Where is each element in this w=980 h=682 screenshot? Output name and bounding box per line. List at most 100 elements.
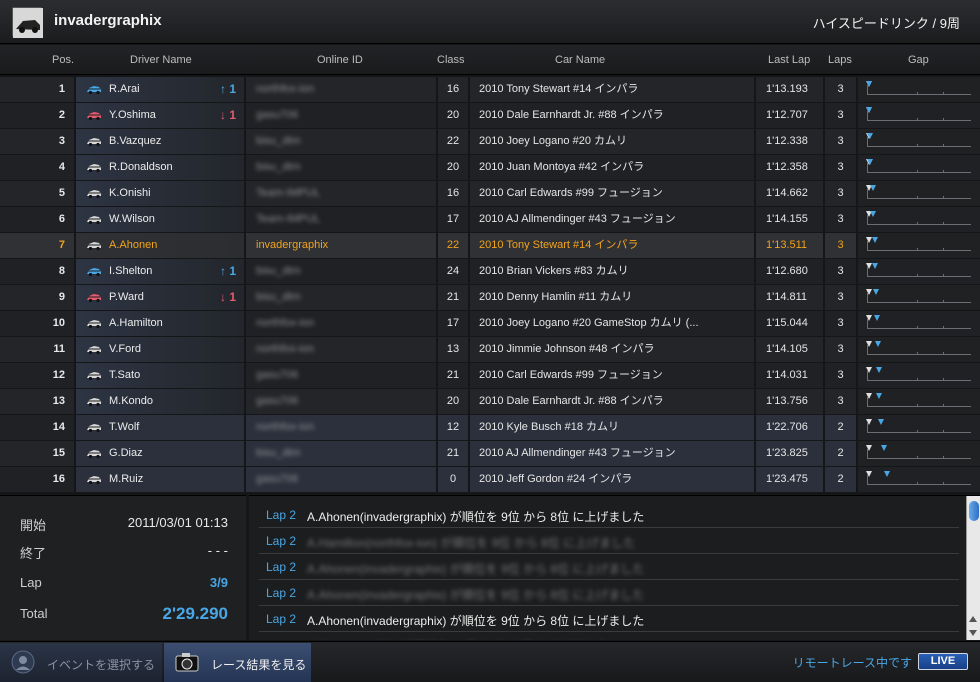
driver-name: K.Onishi	[109, 187, 151, 199]
table-row[interactable]: 16 M.Ruiz gasu706 0 2010 Jeff Gordon #24 インパ…	[0, 467, 980, 493]
driver-cell: B.Vazquez	[76, 129, 244, 154]
col-last-lap: Last Lap	[768, 54, 811, 66]
gap-tick	[943, 456, 944, 459]
total-label: Total	[20, 606, 48, 621]
online-id: gasu706	[256, 473, 299, 485]
log-item: Lap 2 A.Hamilton(northfox-ion) が順位を 9位 から…	[259, 528, 959, 554]
position-change: ↑ 1	[219, 264, 236, 278]
gap-marker-icon	[876, 393, 882, 399]
online-id-cell: Team-IMPUL	[246, 207, 436, 232]
car-icon	[87, 138, 101, 147]
gap-tick	[917, 404, 918, 407]
gap-tick	[943, 274, 944, 277]
laps-cell: 3	[825, 77, 856, 102]
class-cell: 24	[438, 259, 468, 284]
driver-cell: V.Ford	[76, 337, 244, 362]
camera-icon	[175, 653, 199, 672]
table-row[interactable]: 11 V.Ford northfox-ion 13 2010 Jimmie Johnso…	[0, 337, 980, 363]
online-id: bisu_dtm	[256, 161, 301, 173]
table-row[interactable]: 9 P.Ward ↓ 1 bisu_dtm 21 2010 Denny Hamlin #1…	[0, 285, 980, 311]
scrollbar-thumb[interactable]	[969, 501, 979, 521]
log-lap: Lap 2	[266, 586, 297, 600]
user-avatar	[12, 7, 43, 38]
gap-axis	[867, 250, 971, 251]
log-item: Lap 2 G.Diaz(gasu706) が順位を 14位 から 13位 に上げ…	[259, 632, 959, 640]
gap-axis	[867, 302, 971, 303]
online-id-cell: gasu706	[246, 103, 436, 128]
log-scrollbar[interactable]	[966, 496, 980, 640]
last-lap-cell: 1'14.811	[756, 285, 823, 310]
gap-bar	[865, 314, 973, 332]
scroll-down-icon[interactable]	[969, 630, 977, 636]
gap-cell	[858, 77, 980, 102]
driver-cell: I.Shelton ↑ 1	[76, 259, 244, 284]
gap-cell	[858, 155, 980, 180]
last-lap-cell: 1'12.680	[756, 259, 823, 284]
online-id-cell: bisu_dtm	[246, 129, 436, 154]
online-id-cell: bisu_dtm	[246, 441, 436, 466]
gap-axis	[867, 276, 971, 277]
last-lap-cell: 1'14.031	[756, 363, 823, 388]
position-cell: 2	[0, 103, 74, 128]
table-row[interactable]: 4 R.Donaldson bisu_dtm 20 2010 Juan Montoya …	[0, 155, 980, 181]
online-id: bisu_dtm	[256, 447, 301, 459]
position-cell: 16	[0, 467, 74, 492]
table-row[interactable]: 2 Y.Oshima ↓ 1 gasu706 20 2010 Dale Earnhardt…	[0, 103, 980, 129]
table-row[interactable]: 15 G.Diaz bisu_dtm 21 2010 AJ Allmendinger #…	[0, 441, 980, 467]
leader-marker-icon	[866, 471, 872, 477]
log-message: A.Ahonen(invadergraphix) が順位を 9位 から 8位 に…	[307, 588, 645, 602]
gap-cell	[858, 103, 980, 128]
gap-bar	[865, 340, 973, 358]
end-row: 終了 - - -	[20, 543, 228, 562]
online-id-cell: gasu706	[246, 389, 436, 414]
table-row[interactable]: 7 A.Ahonen invadergraphix 22 2010 Tony Stewa…	[0, 233, 980, 259]
gap-cell	[858, 181, 980, 206]
table-row[interactable]: 1 R.Arai ↑ 1 northfox-ion 16 2010 Tony Stewar…	[0, 77, 980, 103]
table-row[interactable]: 13 M.Kondo gasu706 20 2010 Dale Earnhardt Jr…	[0, 389, 980, 415]
gap-marker-icon	[876, 367, 882, 373]
position-change: ↓ 1	[219, 290, 236, 304]
lap-value: 3/9	[209, 575, 228, 590]
table-row[interactable]: 14 T.Wolf northfox-ion 12 2010 Kyle Busch #1…	[0, 415, 980, 441]
table-row[interactable]: 6 W.Wilson Team-IMPUL 17 2010 AJ Allmendinge…	[0, 207, 980, 233]
driver-name: R.Arai	[109, 83, 140, 95]
event-log: Lap 2 A.Ahonen(invadergraphix) が順位を 9位 から…	[249, 495, 980, 640]
table-row[interactable]: 10 A.Hamilton northfox-ion 17 2010 Joey Loga…	[0, 311, 980, 337]
class-cell: 22	[438, 233, 468, 258]
gap-tick	[917, 300, 918, 303]
scroll-up-icon[interactable]	[969, 616, 977, 622]
gap-bar	[865, 236, 973, 254]
select-event-button[interactable]: イベントを選択する	[0, 643, 162, 682]
driver-cell: A.Ahonen	[76, 233, 244, 258]
class-cell: 0	[438, 467, 468, 492]
online-id-cell: bisu_dtm	[246, 259, 436, 284]
table-row[interactable]: 3 B.Vazquez bisu_dtm 22 2010 Joey Logano #20…	[0, 129, 980, 155]
gap-marker-icon	[874, 315, 880, 321]
car-name-cell: 2010 Brian Vickers #83 カムリ	[470, 259, 754, 284]
car-icon	[87, 86, 101, 95]
car-name-cell: 2010 Dale Earnhardt Jr. #88 インパラ	[470, 103, 754, 128]
laps-cell: 3	[825, 129, 856, 154]
table-row[interactable]: 8 I.Shelton ↑ 1 bisu_dtm 24 2010 Brian Vicker…	[0, 259, 980, 285]
gap-marker-icon	[870, 211, 876, 217]
gap-bar	[865, 444, 973, 462]
end-label: 終了	[20, 546, 47, 561]
gap-axis	[867, 224, 971, 225]
gap-marker-icon	[866, 107, 872, 113]
online-id: Team-IMPUL	[256, 187, 321, 199]
table-row[interactable]: 12 T.Sato gasu706 21 2010 Carl Edwards #99 フ…	[0, 363, 980, 389]
table-row[interactable]: 5 K.Onishi Team-IMPUL 16 2010 Carl Edwards #…	[0, 181, 980, 207]
gap-cell	[858, 259, 980, 284]
live-badge: LIVE	[918, 653, 968, 670]
gap-cell	[858, 415, 980, 440]
start-row: 開始 2011/03/01 01:13	[20, 515, 228, 534]
gap-tick	[917, 248, 918, 251]
laps-cell: 3	[825, 207, 856, 232]
gap-tick	[917, 118, 918, 121]
log-lap: Lap 2	[266, 560, 297, 574]
gap-tick	[943, 196, 944, 199]
view-results-button[interactable]: レース結果を見る	[164, 643, 311, 682]
driver-cell: T.Wolf	[76, 415, 244, 440]
car-name-cell: 2010 Joey Logano #20 カムリ	[470, 129, 754, 154]
class-cell: 16	[438, 181, 468, 206]
